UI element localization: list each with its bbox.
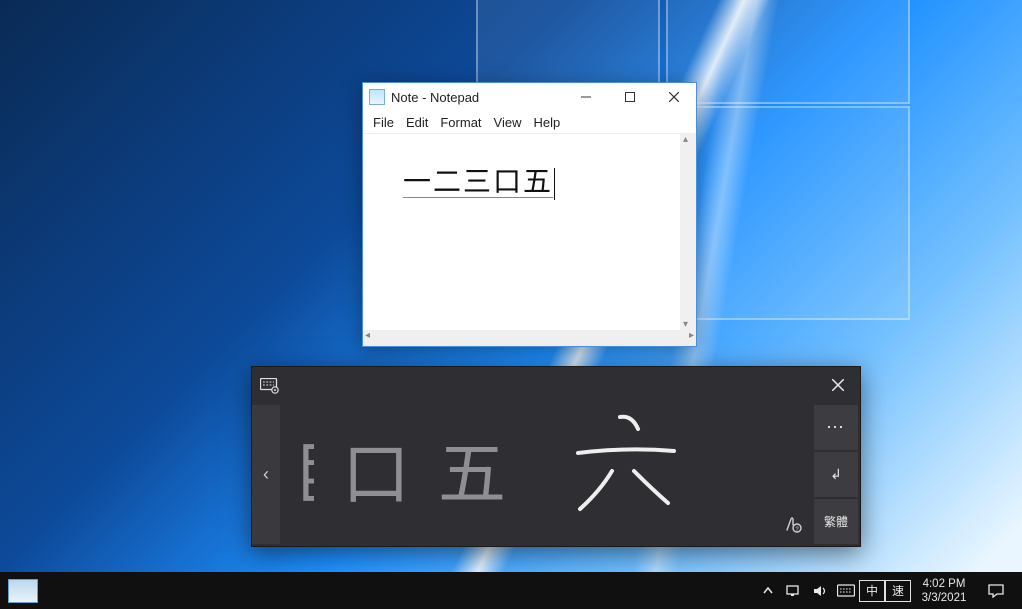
close-button[interactable]	[652, 83, 696, 111]
volume-icon[interactable]	[807, 572, 833, 609]
titlebar[interactable]: Note - Notepad	[363, 83, 696, 111]
keyboard-settings-icon[interactable]	[260, 378, 280, 394]
hw-char: 五	[438, 441, 506, 509]
action-center-button[interactable]	[977, 584, 1015, 598]
text-caret	[554, 168, 555, 200]
hw-char: 口	[342, 441, 410, 509]
vertical-scrollbar[interactable]	[680, 134, 696, 330]
taskbar-app-button[interactable]	[2, 572, 44, 609]
window-buttons	[564, 83, 696, 111]
text-editor[interactable]: 一二三口五	[363, 134, 680, 330]
hw-char: 巨	[292, 441, 314, 509]
menu-edit[interactable]: Edit	[400, 113, 434, 132]
notepad-icon	[369, 89, 385, 105]
menu-bar: File Edit Format View Help	[363, 111, 696, 134]
editor-area: 一二三口五	[363, 134, 696, 330]
ime-handwriting-panel: ‹ 巨 口 五 六 ? ⋯ ↲ 繁體	[251, 366, 861, 547]
menu-help[interactable]: Help	[527, 113, 566, 132]
ime-mode-indicator[interactable]: 速	[885, 572, 911, 609]
taskbar-left	[0, 572, 44, 609]
clock-time: 4:02 PM	[923, 577, 966, 591]
handwriting-canvas[interactable]: 巨 口 五 六 ?	[282, 405, 812, 544]
clock-date: 3/3/2021	[922, 591, 967, 605]
network-icon[interactable]	[781, 572, 807, 609]
ime-close-button[interactable]	[824, 379, 852, 394]
title-left: Note - Notepad	[369, 89, 479, 105]
touch-keyboard-icon[interactable]	[833, 572, 859, 609]
horizontal-scrollbar[interactable]: ◂▸	[363, 330, 696, 346]
ime-scroll-left[interactable]: ‹	[252, 405, 280, 544]
ime-enter-button[interactable]: ↲	[814, 452, 858, 497]
ime-language-label: 中	[859, 580, 885, 602]
editor-content: 一二三口五	[403, 166, 553, 198]
ime-right-toolbar: ⋯ ↲ 繁體	[814, 405, 858, 544]
app-thumbnail-icon	[8, 579, 38, 603]
menu-view[interactable]: View	[488, 113, 528, 132]
notepad-window: Note - Notepad File Edit Format View Hel…	[362, 82, 697, 347]
handwriting-strokes	[572, 409, 682, 527]
minimize-button[interactable]	[564, 83, 608, 111]
ime-help-icon[interactable]: ?	[784, 515, 802, 536]
system-tray: 中 速 4:02 PM 3/3/2021	[755, 572, 1022, 609]
maximize-button[interactable]	[608, 83, 652, 111]
wallpaper-pane	[666, 106, 910, 320]
wallpaper-pane	[666, 0, 910, 104]
window-title: Note - Notepad	[391, 90, 479, 105]
tray-overflow-button[interactable]	[755, 572, 781, 609]
ime-body: ‹ 巨 口 五 六 ? ⋯ ↲ 繁體	[252, 405, 860, 546]
ime-titlebar[interactable]	[252, 367, 860, 405]
menu-format[interactable]: Format	[434, 113, 487, 132]
ime-more-button[interactable]: ⋯	[814, 405, 858, 450]
ime-language-indicator[interactable]: 中	[859, 572, 885, 609]
taskbar: 中 速 4:02 PM 3/3/2021	[0, 572, 1022, 609]
taskbar-clock[interactable]: 4:02 PM 3/3/2021	[911, 577, 977, 605]
ime-mode-label: 速	[885, 580, 911, 602]
menu-file[interactable]: File	[367, 113, 400, 132]
ime-mode-button[interactable]: 繁體	[814, 499, 858, 544]
